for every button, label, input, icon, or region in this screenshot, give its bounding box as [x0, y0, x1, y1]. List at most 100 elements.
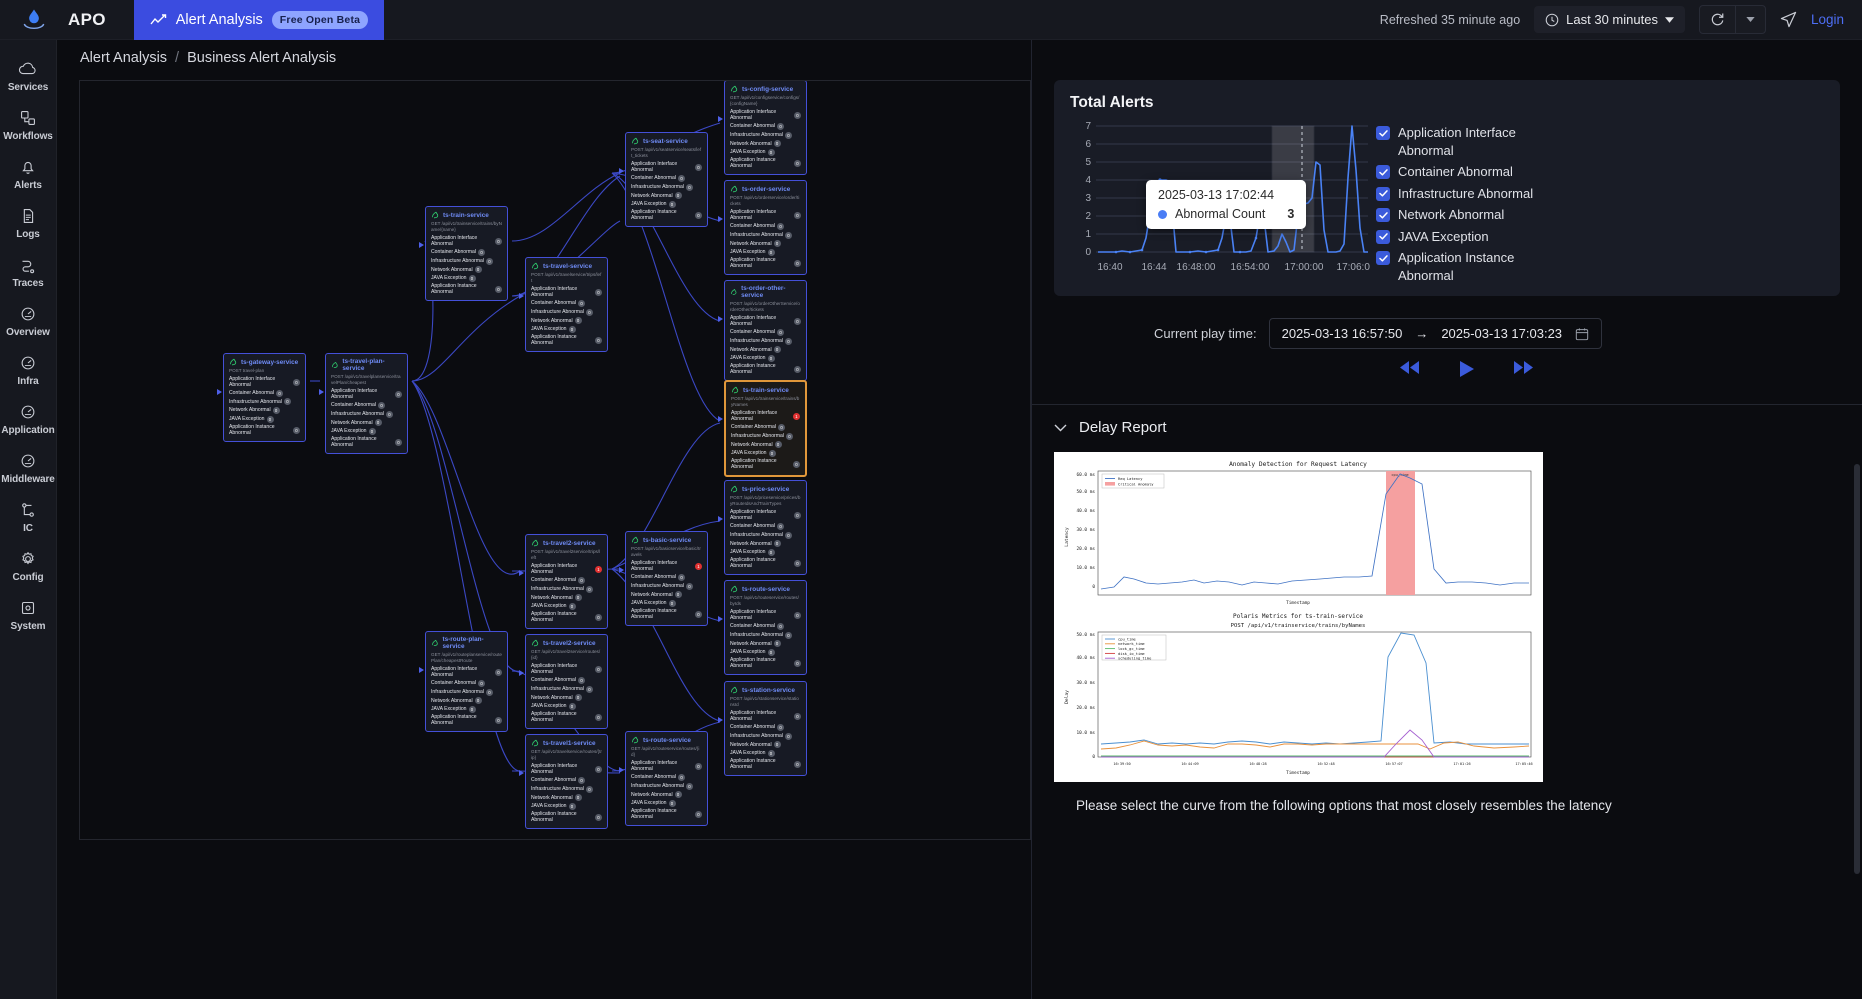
- node-header: ts-travel-service: [531, 262, 602, 270]
- node-metric-row: Network Abnormal 0: [730, 741, 801, 749]
- node-inbound-arrow: [419, 242, 424, 248]
- tooltip-timestamp: 2025-03-13 17:02:44: [1158, 188, 1275, 202]
- legend-checkbox[interactable]: [1376, 229, 1390, 244]
- sidebar-item-middleware[interactable]: Middleware: [0, 444, 57, 491]
- node-metric-row: Network Abnormal 0: [431, 697, 502, 705]
- sidebar-item-traces[interactable]: Traces: [0, 248, 57, 295]
- sidebar-item-infra[interactable]: Infra: [0, 346, 57, 393]
- check-icon: [1378, 190, 1388, 197]
- play-time-range[interactable]: 2025-03-13 16:57:50 → 2025-03-13 17:03:2…: [1268, 318, 1603, 350]
- legend-item[interactable]: Network Abnormal: [1376, 206, 1824, 224]
- node-metric-label: JAVA Exception: [730, 649, 766, 656]
- legend-item[interactable]: Application Interface Abnormal: [1376, 124, 1824, 159]
- legend-item[interactable]: Infrastructure Abnormal: [1376, 185, 1824, 203]
- node-metric-label: Application Instance Abnormal: [631, 209, 677, 222]
- topology-node[interactable]: ts-price-service POST /api/v1/priceservic…: [724, 480, 807, 576]
- node-metric-badge: 0: [784, 337, 792, 345]
- node-metric-label: Infrastructure Abnormal: [730, 532, 783, 539]
- forward-button[interactable]: [1514, 361, 1534, 382]
- node-metric-badge: 0: [794, 159, 801, 167]
- node-metric-row: JAVA Exception 0: [229, 415, 300, 423]
- node-header: ts-travel2-service: [531, 539, 602, 547]
- refresh-button[interactable]: [1700, 6, 1735, 33]
- node-metric-label: Infrastructure Abnormal: [531, 686, 584, 693]
- topology-node[interactable]: ts-config-service GET /api/v1/configservi…: [724, 81, 807, 176]
- node-metric-badge: 0: [767, 648, 775, 656]
- topology-node[interactable]: ts-train-service GET /api/v1/trainservice…: [425, 206, 508, 302]
- node-metric-badge: 0: [585, 685, 593, 693]
- topology-node[interactable]: ts-travel-plan-service POST /api/v1/trave…: [325, 353, 408, 455]
- node-metric-row: Container Abnormal 0: [531, 576, 602, 584]
- topology-node[interactable]: ts-station-service POST /api/v1/stationse…: [724, 681, 807, 777]
- sidebar-item-overview[interactable]: Overview: [0, 297, 57, 344]
- legend-item[interactable]: Container Abnormal: [1376, 163, 1824, 181]
- sidebar-item-alerts[interactable]: Alerts: [0, 150, 57, 197]
- time-range-picker[interactable]: Last 30 minutes: [1534, 6, 1685, 33]
- node-metric-label: Infrastructure Abnormal: [631, 583, 684, 590]
- service-icon: [731, 185, 738, 193]
- refresh-button-group[interactable]: [1698, 5, 1766, 34]
- topology-node[interactable]: ts-gateway-service POST travel-plan Applic…: [223, 353, 306, 443]
- service-icon: [632, 736, 639, 744]
- topology-node[interactable]: ts-train-service POST /api/v1/trainservic…: [724, 380, 807, 478]
- topology-node[interactable]: ts-travel-service POST /api/v1/travelserv…: [525, 257, 608, 353]
- rewind-button[interactable]: [1400, 361, 1420, 382]
- play-button[interactable]: [1460, 361, 1474, 382]
- sidebar-item-ic[interactable]: IC: [0, 493, 57, 540]
- sidebar-item-system[interactable]: System: [0, 591, 57, 638]
- node-metric-label: Infrastructure Abnormal: [631, 783, 684, 790]
- svg-text:10.0 ms: 10.0 ms: [1076, 565, 1095, 571]
- legend-item[interactable]: Application Instance Abnormal: [1376, 249, 1824, 284]
- node-metric-label: Container Abnormal: [631, 175, 677, 182]
- alerts-plot-area[interactable]: 765 432 10 16:40 16:44 16:48:00 16:54:00…: [1070, 118, 1375, 278]
- node-metric-badge: 0: [784, 732, 792, 740]
- topology-node[interactable]: ts-route-service POST /api/v1/routeservic…: [724, 580, 807, 676]
- node-metric-label: Application Interface Abnormal: [531, 763, 578, 776]
- login-link[interactable]: Login: [1811, 12, 1844, 27]
- node-metric-badge: 0: [395, 390, 402, 398]
- node-metric-label: JAVA Exception: [531, 603, 567, 610]
- legend-checkbox[interactable]: [1376, 208, 1390, 223]
- anomaly-ylabel: Latency: [1064, 527, 1070, 547]
- node-metric-row: JAVA Exception 0: [531, 325, 602, 333]
- node-header: ts-price-service: [730, 485, 801, 493]
- legend-checkbox[interactable]: [1376, 251, 1390, 266]
- topology-node[interactable]: ts-route-plan-service GET /api/v1/routepl…: [425, 631, 508, 733]
- right-panel-scrollbar[interactable]: [1854, 464, 1860, 874]
- service-icon: [632, 536, 639, 544]
- topology-node[interactable]: ts-route-service GET /api/v1/routeservice…: [625, 731, 708, 827]
- node-header: ts-travel-plan-service: [331, 358, 402, 372]
- refresh-interval-dropdown[interactable]: [1734, 6, 1765, 33]
- sidebar-item-config[interactable]: Config: [0, 542, 57, 589]
- topology-node[interactable]: ts-order-other-service POST /api/v1/order…: [724, 280, 807, 382]
- topology-node[interactable]: ts-seat-service POST /api/v1/seatservice/…: [625, 132, 708, 228]
- topology-node[interactable]: ts-travel1-service GET /api/v1/travelserv…: [525, 734, 608, 830]
- sidebar-item-application[interactable]: Application: [0, 395, 57, 442]
- node-metric-label: Application Instance Abnormal: [631, 808, 677, 821]
- breadcrumb-root[interactable]: Alert Analysis: [80, 50, 167, 66]
- topology-node[interactable]: ts-travel2-service POST /api/v1/travel2se…: [525, 534, 608, 630]
- chevron-down-icon[interactable]: [1054, 424, 1067, 432]
- calendar-icon[interactable]: [1575, 327, 1589, 341]
- legend-item[interactable]: JAVA Exception: [1376, 228, 1824, 246]
- node-metric-badge: 0: [385, 410, 393, 418]
- legend-checkbox[interactable]: [1376, 165, 1390, 180]
- sidebar-item-workflows[interactable]: Workflows: [0, 101, 57, 148]
- tab-alert-analysis[interactable]: Alert Analysis Free Open Beta: [133, 0, 385, 40]
- send-icon[interactable]: [1780, 11, 1797, 28]
- legend-checkbox[interactable]: [1376, 126, 1390, 140]
- sidebar-item-services[interactable]: Services: [0, 52, 57, 99]
- delay-report-header[interactable]: Delay Report: [1054, 419, 1840, 436]
- node-metric-row: Container Abnormal 0: [730, 328, 801, 336]
- node-metric-badge: 0: [478, 248, 486, 256]
- topology-node[interactable]: ts-travel2-service GET /api/v1/travel2ser…: [525, 634, 608, 730]
- total-alerts-chart[interactable]: 765 432 10 16:40 16:44 16:48:00 16:54:00…: [1070, 118, 1824, 284]
- topology-node[interactable]: ts-order-service POST /api/v1/orderservic…: [724, 180, 807, 276]
- sidebar-item-logs[interactable]: Logs: [0, 199, 57, 246]
- service-topology-canvas[interactable]: ts-gateway-service POST travel-plan Applic…: [79, 80, 1031, 840]
- legend-checkbox[interactable]: [1376, 186, 1390, 201]
- node-metric-row: Network Abnormal 0: [730, 240, 801, 248]
- node-metric-badge: 0: [777, 522, 785, 530]
- topology-node[interactable]: ts-basic-service POST /api/v1/basicservic…: [625, 531, 708, 627]
- node-inbound-arrow: [619, 168, 624, 174]
